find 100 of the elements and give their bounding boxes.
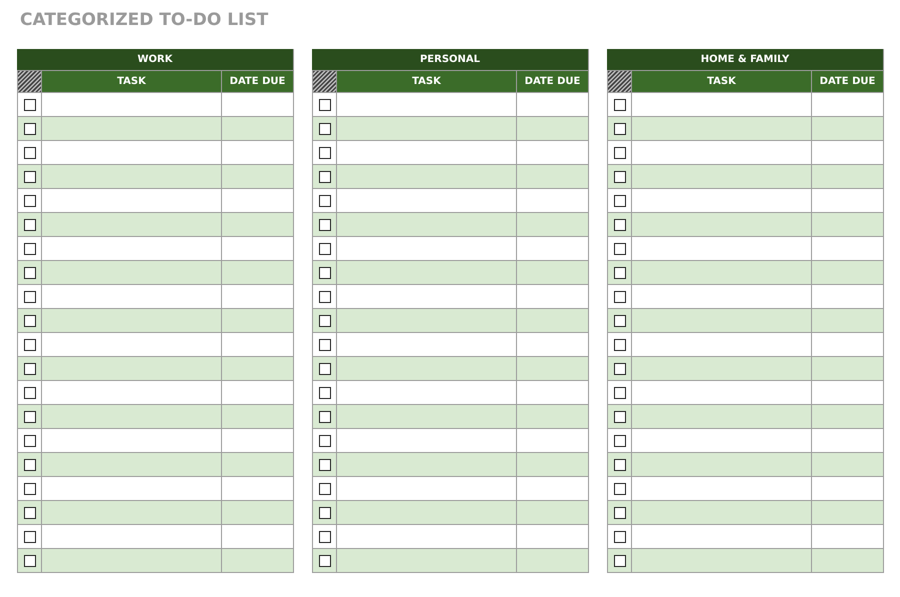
date-cell[interactable] <box>221 500 293 524</box>
checkbox[interactable] <box>24 458 36 470</box>
task-cell[interactable] <box>336 380 516 404</box>
task-cell[interactable] <box>631 164 811 188</box>
checkbox[interactable] <box>318 98 330 110</box>
date-cell[interactable] <box>811 500 883 524</box>
checkbox[interactable] <box>318 290 330 302</box>
checkbox[interactable] <box>318 194 330 206</box>
date-cell[interactable] <box>516 308 588 332</box>
checkbox[interactable] <box>614 170 626 182</box>
checkbox[interactable] <box>614 386 626 398</box>
task-cell[interactable] <box>336 308 516 332</box>
date-cell[interactable] <box>811 524 883 548</box>
task-cell[interactable] <box>336 212 516 236</box>
date-cell[interactable] <box>516 404 588 428</box>
task-cell[interactable] <box>631 452 811 476</box>
task-cell[interactable] <box>631 92 811 116</box>
checkbox[interactable] <box>24 266 36 278</box>
task-cell[interactable] <box>631 188 811 212</box>
task-cell[interactable] <box>631 380 811 404</box>
date-cell[interactable] <box>516 212 588 236</box>
checkbox[interactable] <box>614 482 626 494</box>
checkbox[interactable] <box>318 386 330 398</box>
task-cell[interactable] <box>41 260 221 284</box>
task-cell[interactable] <box>631 332 811 356</box>
task-cell[interactable] <box>631 428 811 452</box>
task-cell[interactable] <box>41 428 221 452</box>
checkbox[interactable] <box>318 266 330 278</box>
date-cell[interactable] <box>221 356 293 380</box>
date-cell[interactable] <box>221 428 293 452</box>
date-cell[interactable] <box>811 116 883 140</box>
checkbox[interactable] <box>614 98 626 110</box>
date-cell[interactable] <box>516 260 588 284</box>
task-cell[interactable] <box>41 92 221 116</box>
task-cell[interactable] <box>631 140 811 164</box>
task-cell[interactable] <box>41 404 221 428</box>
task-cell[interactable] <box>41 116 221 140</box>
checkbox[interactable] <box>614 530 626 542</box>
task-cell[interactable] <box>41 140 221 164</box>
task-cell[interactable] <box>41 188 221 212</box>
date-cell[interactable] <box>516 164 588 188</box>
task-cell[interactable] <box>336 260 516 284</box>
date-cell[interactable] <box>221 236 293 260</box>
task-cell[interactable] <box>336 524 516 548</box>
date-cell[interactable] <box>221 116 293 140</box>
task-cell[interactable] <box>631 236 811 260</box>
checkbox[interactable] <box>318 482 330 494</box>
date-cell[interactable] <box>221 548 293 572</box>
task-cell[interactable] <box>41 524 221 548</box>
task-cell[interactable] <box>631 524 811 548</box>
date-cell[interactable] <box>516 140 588 164</box>
date-cell[interactable] <box>516 500 588 524</box>
checkbox[interactable] <box>24 242 36 254</box>
checkbox[interactable] <box>24 170 36 182</box>
date-cell[interactable] <box>811 404 883 428</box>
task-cell[interactable] <box>336 164 516 188</box>
date-cell[interactable] <box>811 92 883 116</box>
date-cell[interactable] <box>221 188 293 212</box>
checkbox[interactable] <box>318 506 330 518</box>
task-cell[interactable] <box>631 308 811 332</box>
date-cell[interactable] <box>221 140 293 164</box>
date-cell[interactable] <box>221 332 293 356</box>
checkbox[interactable] <box>24 218 36 230</box>
checkbox[interactable] <box>614 314 626 326</box>
date-cell[interactable] <box>811 188 883 212</box>
date-cell[interactable] <box>516 92 588 116</box>
task-cell[interactable] <box>41 164 221 188</box>
date-cell[interactable] <box>811 356 883 380</box>
date-cell[interactable] <box>516 524 588 548</box>
task-cell[interactable] <box>336 428 516 452</box>
task-cell[interactable] <box>631 212 811 236</box>
checkbox[interactable] <box>24 554 36 566</box>
checkbox[interactable] <box>318 146 330 158</box>
date-cell[interactable] <box>811 260 883 284</box>
checkbox[interactable] <box>318 554 330 566</box>
date-cell[interactable] <box>516 284 588 308</box>
date-cell[interactable] <box>221 260 293 284</box>
date-cell[interactable] <box>221 284 293 308</box>
task-cell[interactable] <box>41 380 221 404</box>
task-cell[interactable] <box>41 500 221 524</box>
checkbox[interactable] <box>614 458 626 470</box>
task-cell[interactable] <box>336 476 516 500</box>
task-cell[interactable] <box>336 140 516 164</box>
task-cell[interactable] <box>336 284 516 308</box>
checkbox[interactable] <box>318 170 330 182</box>
date-cell[interactable] <box>221 524 293 548</box>
date-cell[interactable] <box>221 164 293 188</box>
task-cell[interactable] <box>41 452 221 476</box>
checkbox[interactable] <box>24 506 36 518</box>
task-cell[interactable] <box>41 284 221 308</box>
checkbox[interactable] <box>24 338 36 350</box>
date-cell[interactable] <box>221 380 293 404</box>
task-cell[interactable] <box>336 116 516 140</box>
date-cell[interactable] <box>516 356 588 380</box>
task-cell[interactable] <box>631 404 811 428</box>
date-cell[interactable] <box>811 140 883 164</box>
checkbox[interactable] <box>614 506 626 518</box>
task-cell[interactable] <box>41 308 221 332</box>
checkbox[interactable] <box>614 122 626 134</box>
date-cell[interactable] <box>811 212 883 236</box>
